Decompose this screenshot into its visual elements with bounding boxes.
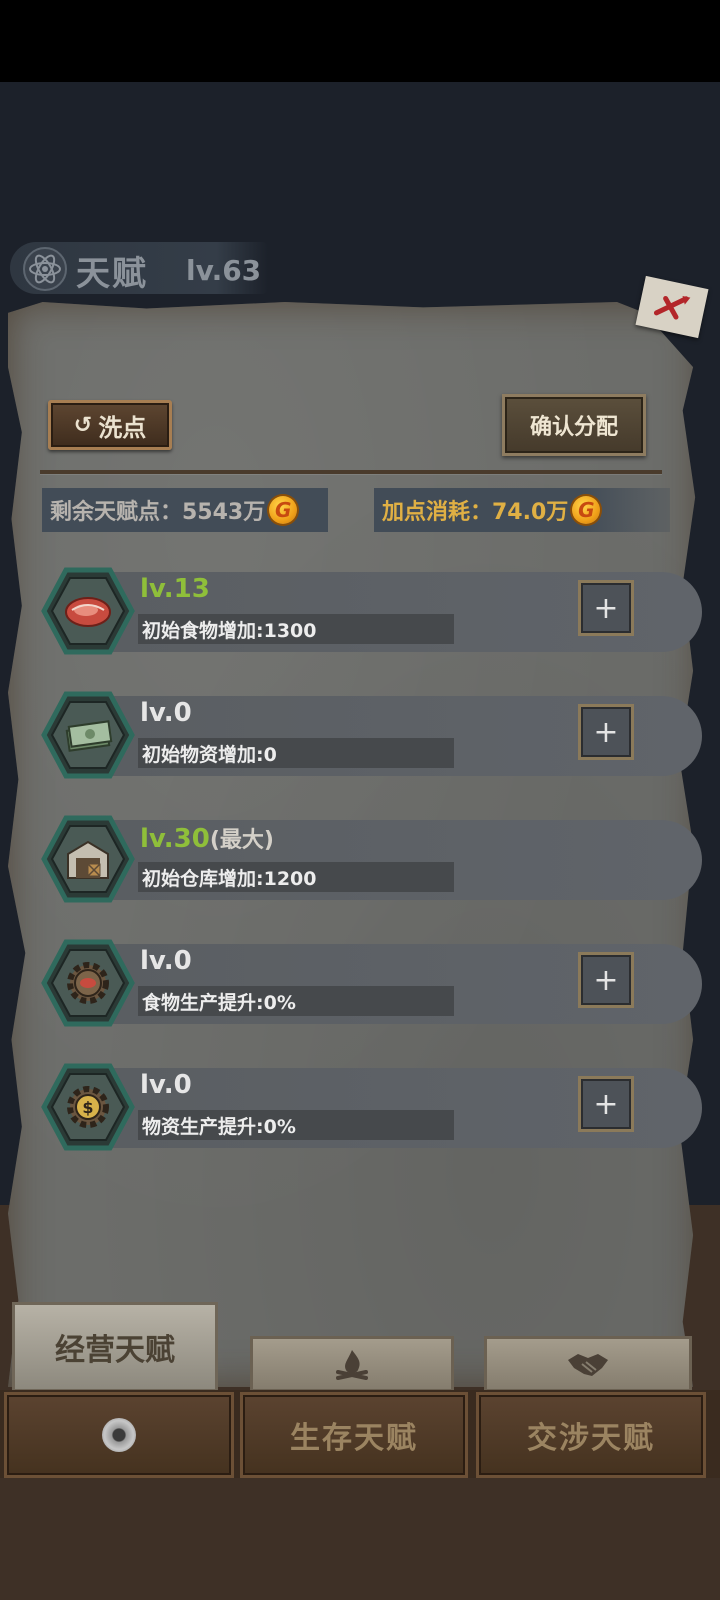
money-stack-icon [65,720,113,752]
point-cost: 加点消耗：74.0万 G [374,488,670,532]
talent-level: lv.0 [140,1070,192,1100]
confirm-allocation-label: 确认分配 [529,415,618,440]
refresh-icon: ↺ [73,412,93,438]
tab-business-talent[interactable]: 经营天赋 [12,1302,218,1392]
title-badge: 天赋 lv.63 [10,242,268,294]
confirm-allocation-button[interactable]: 确认分配 [502,394,646,456]
atom-icon [23,247,67,291]
handshake-icon [568,1354,608,1376]
upgrade-button[interactable]: + [578,704,634,760]
bottom-nav-survival[interactable]: 生存天赋 [240,1392,468,1478]
talent-level: lv.30(最大) [140,824,274,854]
talent-row: lv.0 初始物资增加:0 + [40,690,702,780]
upgrade-button[interactable]: + [578,1076,634,1132]
talent-description: 初始食物增加:1300 [138,614,454,644]
remaining-points: 剩余天赋点：5543万 G [42,488,328,532]
coin-icon: G [269,496,298,524]
gear-meat-icon [67,962,109,1004]
bottom-nav-negotiation-label: 交涉天赋 [527,1421,655,1456]
talent-description: 初始仓库增加:1200 [138,862,454,892]
tab-survival[interactable] [250,1336,454,1392]
warehouse-icon [67,840,109,879]
tab-business-talent-label: 经营天赋 [55,1333,175,1368]
reset-points-label: 洗点 [98,413,147,442]
talent-row: lv.30(最大) 初始仓库增加:1200 [40,814,702,904]
talent-level: lv.0 [140,946,192,976]
divider [40,470,662,474]
status-bar [0,0,720,82]
coin-icon: G [572,496,601,524]
talent-level: lv.0 [140,698,192,728]
talent-level: lv.13 [140,574,210,604]
campfire-icon [336,1350,368,1380]
upgrade-button[interactable]: + [578,952,634,1008]
svg-text:$: $ [82,1098,93,1117]
disc-icon [102,1418,136,1452]
meat-icon [65,597,111,627]
remaining-points-text: 剩余天赋点：5543万 [50,500,266,525]
talent-row: lv.13 初始食物增加:1300 + [40,566,702,656]
bottom-nav-survival-label: 生存天赋 [290,1421,418,1456]
max-level-tag: (最大) [209,828,274,853]
page-title: 天赋 [76,254,148,294]
talent-description: 物资生产提升:0% [138,1110,454,1140]
upgrade-button[interactable]: + [578,580,634,636]
talent-description: 初始物资增加:0 [138,738,454,768]
reset-points-button[interactable]: ↺ 洗点 [48,400,172,450]
talent-level: lv.63 [186,254,262,287]
close-icon [653,295,691,320]
point-cost-text: 加点消耗：74.0万 [382,500,569,525]
bottom-nav-business[interactable] [4,1392,234,1478]
talent-description: 食物生产提升:0% [138,986,454,1016]
bottom-nav-negotiation[interactable]: 交涉天赋 [476,1392,706,1478]
talent-row: $ lv.0 物资生产提升:0% + [40,1062,702,1152]
talent-row: lv.0 食物生产提升:0% + [40,938,702,1028]
gear-dollar-icon: $ [67,1086,109,1128]
tab-negotiation[interactable] [484,1336,692,1392]
